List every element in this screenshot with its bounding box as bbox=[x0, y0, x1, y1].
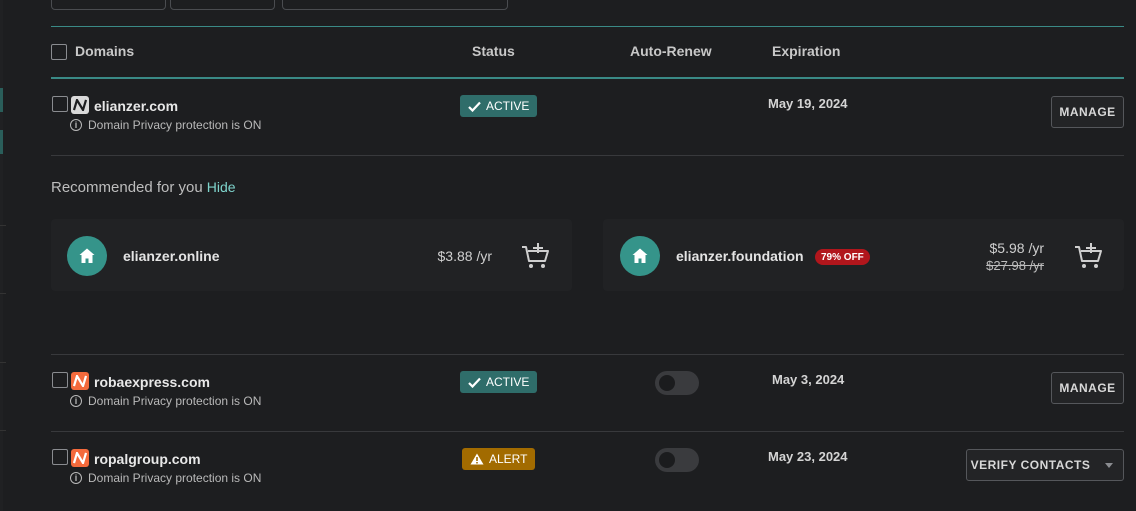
expiration-date: May 19, 2024 bbox=[768, 96, 848, 111]
left-edge-divider bbox=[0, 225, 6, 226]
recommended-section-title: Recommended for you Hide bbox=[51, 179, 236, 196]
left-edge-strip bbox=[0, 0, 6, 511]
left-edge-divider bbox=[0, 430, 6, 431]
house-icon bbox=[620, 236, 660, 276]
privacy-status: i Domain Privacy protection is ON bbox=[70, 394, 261, 408]
status-badge: ACTIVE bbox=[460, 371, 538, 393]
recommended-card[interactable]: elianzer.online $3.88 /yr bbox=[51, 219, 572, 291]
row-divider bbox=[51, 354, 1124, 355]
left-edge-tick bbox=[0, 88, 3, 112]
table-header-top-border bbox=[51, 26, 1124, 27]
recommended-title-text: Recommended for you bbox=[51, 179, 203, 196]
manage-button[interactable]: MANAGE bbox=[1051, 96, 1124, 128]
status-label: ACTIVE bbox=[486, 375, 530, 389]
domain-name-link[interactable]: elianzer.com bbox=[94, 98, 178, 114]
check-icon bbox=[468, 101, 481, 112]
original-price: $27.98 /yr bbox=[986, 258, 1044, 273]
recommended-price: $3.88 /yr bbox=[437, 248, 492, 264]
discount-badge: 79% OFF bbox=[815, 249, 870, 265]
verify-contacts-button[interactable]: VERIFY CONTACTS bbox=[966, 449, 1095, 481]
row-checkbox[interactable] bbox=[52, 449, 68, 465]
expiration-date: May 3, 2024 bbox=[772, 372, 845, 387]
row-checkbox[interactable] bbox=[52, 96, 68, 112]
recommended-card[interactable]: elianzer.foundation 79% OFF $5.98 /yr $2… bbox=[603, 219, 1124, 291]
privacy-text: Domain Privacy protection is ON bbox=[88, 118, 262, 132]
auto-renew-toggle[interactable] bbox=[655, 448, 699, 472]
chevron-down-icon bbox=[1104, 462, 1113, 468]
domain-name-link[interactable]: ropalgroup.com bbox=[94, 451, 201, 467]
domain-name-link[interactable]: robaexpress.com bbox=[94, 374, 210, 390]
privacy-text: Domain Privacy protection is ON bbox=[88, 471, 262, 485]
expiration-date: May 23, 2024 bbox=[768, 449, 848, 464]
warning-icon bbox=[470, 453, 484, 465]
column-header-auto-renew[interactable]: Auto-Renew bbox=[630, 43, 712, 59]
top-filter-button[interactable] bbox=[51, 0, 166, 10]
recommended-domain-name: elianzer.foundation bbox=[676, 248, 804, 264]
add-to-cart-icon[interactable] bbox=[1073, 241, 1103, 271]
left-edge-divider bbox=[0, 293, 6, 294]
privacy-text: Domain Privacy protection is ON bbox=[88, 394, 262, 408]
status-badge: ALERT bbox=[462, 448, 536, 470]
top-sort-button[interactable] bbox=[170, 0, 275, 10]
row-divider bbox=[51, 155, 1124, 156]
check-icon bbox=[468, 377, 481, 388]
status-badge: ACTIVE bbox=[460, 95, 538, 117]
row-checkbox[interactable] bbox=[52, 372, 68, 388]
toggle-knob bbox=[659, 452, 675, 468]
column-header-expiration[interactable]: Expiration bbox=[772, 43, 840, 59]
verify-contacts-dropdown-button[interactable] bbox=[1094, 449, 1124, 481]
recommended-domain-name: elianzer.online bbox=[123, 248, 220, 264]
add-to-cart-icon[interactable] bbox=[520, 241, 550, 271]
auto-renew-toggle[interactable] bbox=[655, 371, 699, 395]
left-edge-tick bbox=[0, 130, 3, 154]
table-header-bottom-border bbox=[51, 77, 1124, 79]
info-icon: i bbox=[70, 119, 82, 131]
select-all-checkbox[interactable] bbox=[51, 44, 67, 60]
row-divider bbox=[51, 431, 1124, 432]
privacy-status: i Domain Privacy protection is ON bbox=[70, 471, 261, 485]
namecheap-logo-icon bbox=[71, 372, 89, 390]
status-label: ACTIVE bbox=[486, 99, 530, 113]
status-label: ALERT bbox=[489, 452, 528, 466]
privacy-status: i Domain Privacy protection is ON bbox=[70, 118, 261, 132]
namecheap-logo-icon bbox=[71, 449, 89, 467]
namecheap-logo-icon bbox=[71, 96, 89, 114]
manage-button[interactable]: MANAGE bbox=[1051, 372, 1124, 404]
recommended-price: $5.98 /yr bbox=[989, 240, 1044, 256]
toggle-knob bbox=[659, 375, 675, 391]
hide-recommendations-link[interactable]: Hide bbox=[207, 179, 236, 195]
info-icon: i bbox=[70, 472, 82, 484]
info-icon: i bbox=[70, 395, 82, 407]
column-header-status[interactable]: Status bbox=[472, 43, 515, 59]
house-icon bbox=[67, 236, 107, 276]
column-header-domains[interactable]: Domains bbox=[75, 43, 134, 59]
left-edge-divider bbox=[0, 362, 6, 363]
top-search-field[interactable] bbox=[282, 0, 508, 10]
